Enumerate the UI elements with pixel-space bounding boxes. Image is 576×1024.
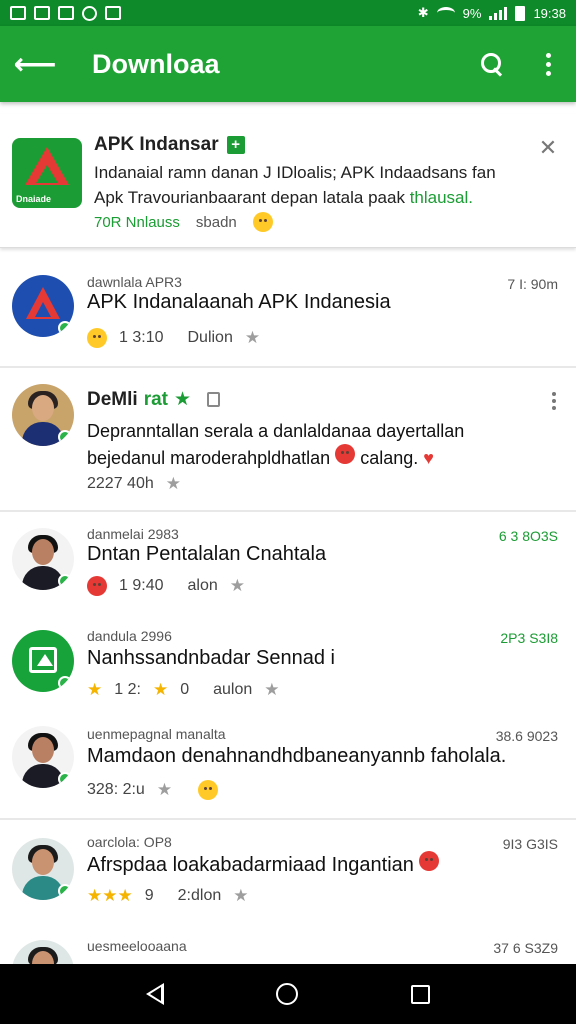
- avatar: [12, 838, 74, 900]
- item-meta: 2227 40h ★: [87, 474, 181, 494]
- status-bar: ✱ 9% 19:38: [0, 0, 576, 26]
- item-headline: APK Indanalaanah APK Indanesia: [87, 291, 391, 313]
- system-nav-bar: [0, 964, 576, 1024]
- star-icon[interactable]: ★: [166, 474, 181, 494]
- list-item[interactable]: oarclola: OP8 9I3 G3IS Afrspdaa loakabad…: [0, 820, 576, 924]
- status-dot-icon: [58, 574, 72, 588]
- gold-star-icon: ★: [152, 680, 169, 699]
- author-name: DeMli rat ★: [87, 388, 221, 411]
- battery-icon: [515, 5, 526, 21]
- item-meta: ★ 1 2: ★ 0 aulon ★: [87, 680, 280, 700]
- news-notification-icon: [58, 6, 74, 20]
- promo-title: APK Indansar +: [94, 134, 245, 156]
- item-more-vert-icon[interactable]: [552, 392, 556, 410]
- smile-emoji-icon: [87, 328, 107, 348]
- avatar: [12, 940, 74, 964]
- status-dot-icon: [58, 772, 72, 786]
- status-dot-icon: [58, 321, 72, 335]
- page-title: Downloaa: [92, 48, 220, 79]
- item-meta: 328: 2:u ★: [87, 780, 219, 800]
- item-subtitle: danmelai 2983: [87, 526, 179, 542]
- emoji-icon: [87, 576, 107, 596]
- item-time: 37 6 S3Z9: [493, 940, 558, 956]
- item-subtitle: dawnlala APR3: [87, 274, 182, 290]
- signal-icon: [489, 6, 508, 20]
- gold-star-icon: ★: [87, 680, 103, 699]
- emoji-icon: [419, 851, 440, 871]
- item-time: 2P3 S3I8: [500, 630, 558, 646]
- emoji-icon: [252, 212, 273, 232]
- item-subtitle: oarclola: OP8: [87, 834, 172, 850]
- emoji-icon: [335, 444, 356, 464]
- status-dot-icon: [58, 884, 72, 898]
- avatar: [12, 726, 74, 788]
- star-icon[interactable]: ★: [245, 328, 260, 348]
- status-dot-icon: [58, 430, 72, 444]
- item-headline: Dntan Pentalalan Cnahtala: [87, 543, 327, 565]
- star-icon[interactable]: ★: [264, 680, 279, 700]
- close-icon[interactable]: ✕: [536, 136, 560, 160]
- item-time: 9I3 G3IS: [502, 836, 558, 852]
- apk-logo-caption: Dnaiade: [16, 194, 52, 204]
- wifi-icon: [436, 7, 455, 19]
- avatar: [12, 630, 74, 692]
- item-time: 7 I: 90m: [507, 276, 558, 292]
- clock: 19:38: [533, 5, 566, 21]
- star-icon[interactable]: ★: [157, 780, 172, 800]
- list-item[interactable]: dandula 2996 2P3 S3I8 Nanhssandnbadar Se…: [0, 620, 576, 716]
- post-body: Depranntallan serala a danlaldanaa dayer…: [87, 421, 465, 468]
- avatar: [12, 528, 74, 590]
- gold-star-icon: ★★★: [87, 886, 133, 905]
- item-time: 6 3 8O3S: [498, 528, 558, 544]
- list-item[interactable]: dawnlala APR3 7 I: 90m APK Indanalaanah …: [0, 258, 576, 366]
- search-button[interactable]: [464, 26, 520, 102]
- list-item[interactable]: danmelai 2983 6 3 8O3S Dntan Pentalalan …: [0, 512, 576, 616]
- promo-description: Indanaial ramn danan J IDloalis; APK Ind…: [94, 163, 496, 207]
- list-item[interactable]: uenmepagnal manalta 38.6 9023 Mamdaon de…: [0, 720, 576, 818]
- verified-star-icon: ★: [173, 389, 192, 410]
- smile-emoji-icon: [198, 780, 219, 800]
- battery-percent: 9%: [462, 5, 482, 21]
- item-headline: Nanhssandnbadar Sennad i: [87, 647, 335, 669]
- status-dot-icon: [58, 676, 72, 690]
- avatar: [12, 384, 74, 446]
- item-time: 38.6 9023: [495, 728, 558, 744]
- avatar: [12, 275, 74, 337]
- promo-meta: 70R Nnlauss sbadn: [94, 212, 273, 232]
- nav-home-icon[interactable]: [276, 983, 299, 1005]
- nav-recents-icon[interactable]: [410, 984, 430, 1004]
- item-subtitle: uesmeelooaana: [87, 938, 187, 954]
- bluetooth-icon: ✱: [417, 5, 429, 20]
- overflow-menu-button[interactable]: [520, 26, 576, 102]
- item-subtitle: uenmepagnal manalta: [87, 726, 226, 742]
- apk-app-logo: Dnaiade: [12, 138, 82, 208]
- message-notification-icon: [105, 6, 121, 20]
- item-meta: ★★★ 9 2:dlon ★: [87, 886, 249, 906]
- list-item[interactable]: uesmeelooaana 37 6 S3Z9: [0, 928, 576, 964]
- item-meta: 1 3:10 Dulion ★: [87, 328, 260, 348]
- nav-back-icon[interactable]: [146, 983, 165, 1005]
- star-icon[interactable]: ★: [233, 886, 248, 906]
- search-icon: [481, 53, 503, 75]
- item-headline: Afrspdaa loakabadarmiaad Ingantian: [87, 851, 440, 877]
- list-item[interactable]: DeMli rat ★ Depranntallan serala a danla…: [0, 368, 576, 510]
- plus-badge-icon: +: [226, 136, 245, 154]
- star-icon[interactable]: ★: [230, 576, 245, 596]
- item-headline: Mamdaon denahnandhdbaneanyannb faholala.: [87, 745, 507, 767]
- check-notification-icon: [82, 5, 97, 21]
- heart-icon: ♥: [423, 448, 434, 468]
- item-subtitle: dandula 2996: [87, 628, 172, 644]
- back-arrow-icon[interactable]: ⟵: [0, 26, 70, 102]
- app-bar: ⟵ Downloaa: [0, 26, 576, 102]
- image-notification-icon: [10, 6, 26, 20]
- lock-icon: [207, 392, 221, 407]
- sync-notification-icon: [34, 6, 50, 20]
- promo-card[interactable]: Dnaiade APK Indansar + Indanaial ramn da…: [0, 114, 576, 248]
- more-vert-icon: [545, 52, 551, 76]
- item-meta: 1 9:40 alon ★: [87, 576, 245, 596]
